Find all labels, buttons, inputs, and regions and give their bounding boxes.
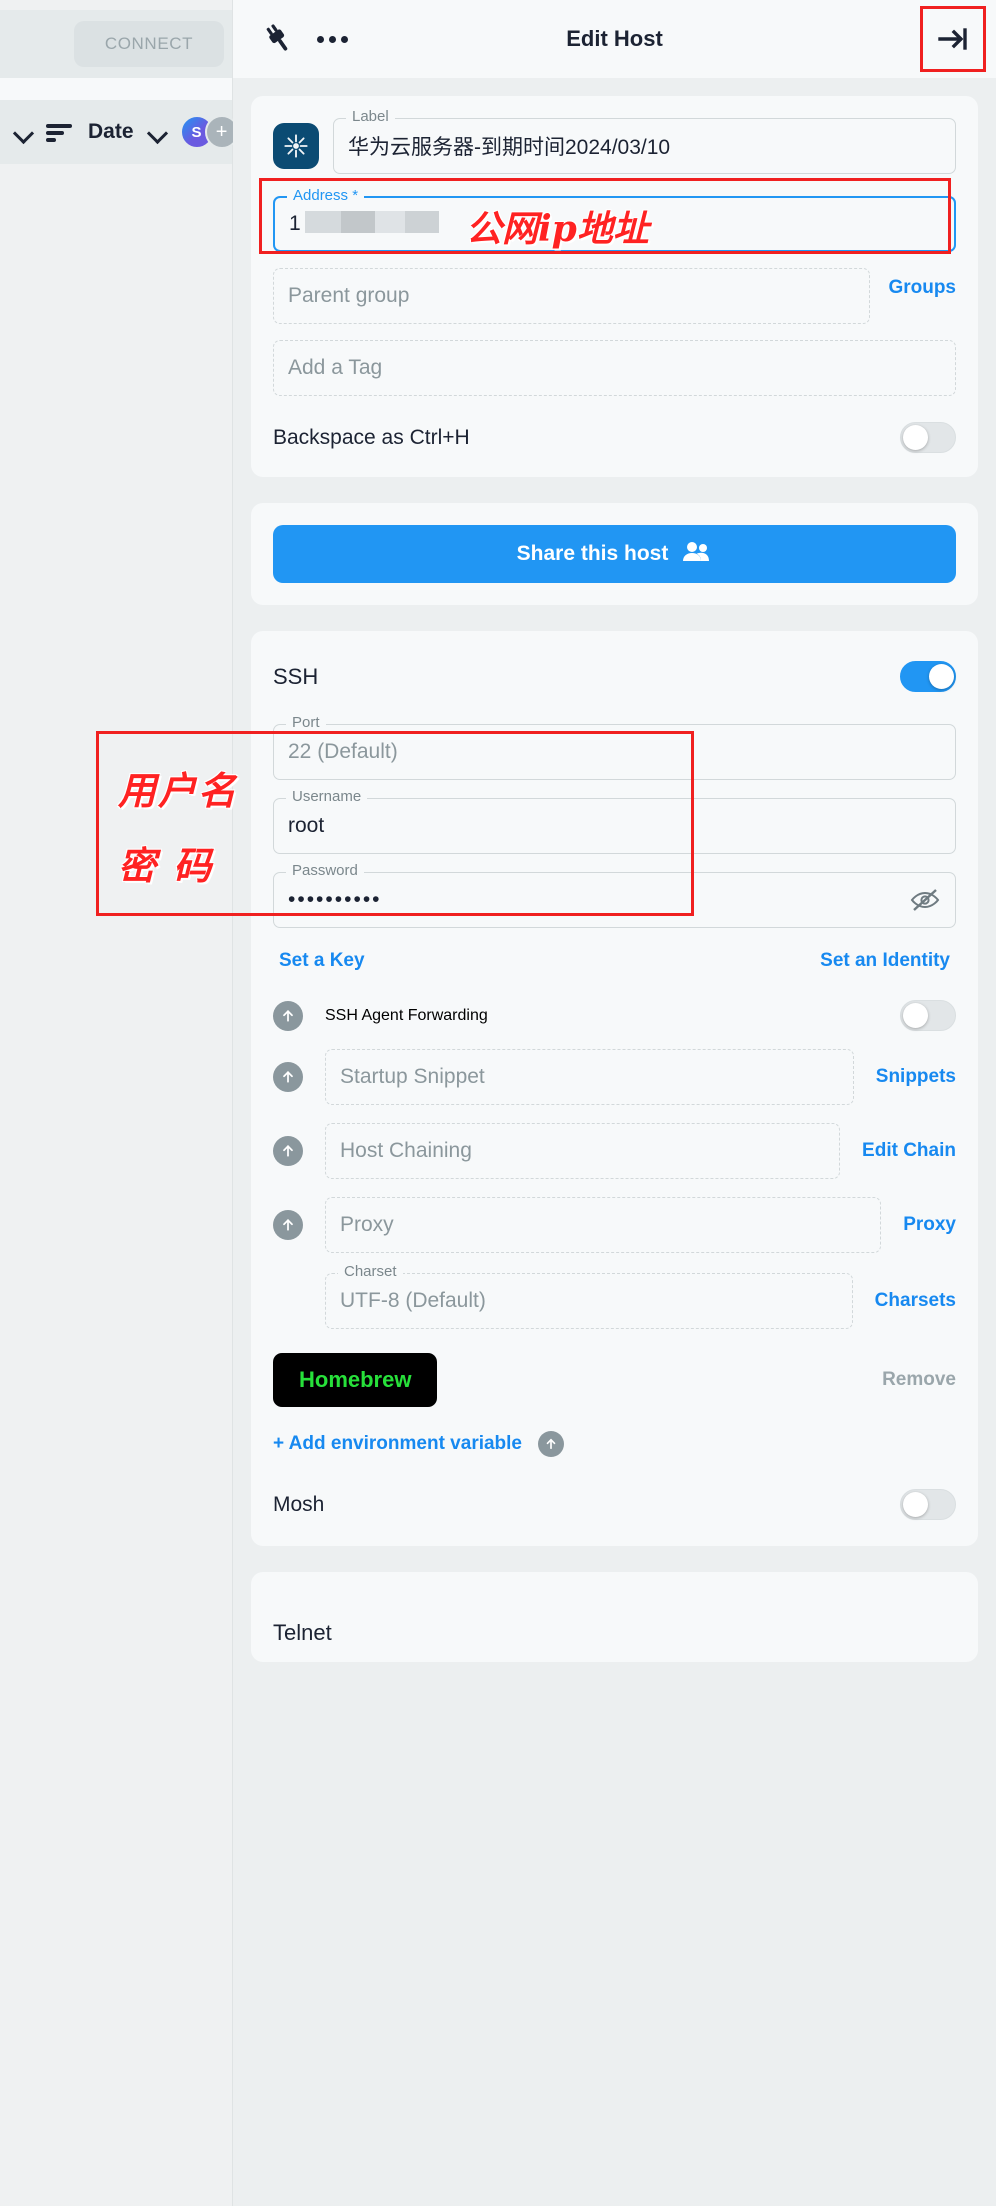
sidebar-collapse-chevron-down-icon[interactable] [12,121,34,143]
connect-button[interactable]: CONNECT [74,21,224,67]
parent-group-field[interactable]: Parent group [273,268,871,324]
add-env-var-row[interactable]: + Add environment variable [273,1431,956,1457]
set-a-key-link[interactable]: Set a Key [279,950,365,972]
ssh-toggle[interactable] [900,661,956,692]
share-host-button[interactable]: Share this host [273,525,956,583]
address-field-value: 1 [289,212,301,235]
agent-forwarding-toggle[interactable] [900,1000,956,1031]
form-scroll-area[interactable]: Label 华为云服务器-到期时间2024/03/10 Address * 1 … [233,96,996,1662]
proxy-row: Proxy Proxy [273,1197,956,1253]
upload-arrow-icon [273,1210,303,1240]
address-field[interactable]: Address * 1 [273,188,956,252]
annotation-box-close [920,6,986,72]
more-dots-icon[interactable] [317,35,348,43]
proxy-field[interactable]: Proxy [325,1197,882,1253]
startup-snippet-row: Startup Snippet Snippets [273,1049,956,1105]
password-field[interactable]: Password •••••••••• [273,863,956,928]
startup-snippet-field[interactable]: Startup Snippet [325,1049,854,1105]
telnet-card: Telnet [251,1572,978,1662]
redacted-address [304,210,439,238]
key-identity-row: Set a Key Set an Identity [273,950,956,972]
upload-arrow-icon [273,1062,303,1092]
set-an-identity-link[interactable]: Set an Identity [820,950,950,972]
sidebar: CONNECT Date S + [0,0,239,2206]
username-field[interactable]: Username root [273,789,956,854]
port-field-value: 22 (Default) [288,740,398,763]
address-field-label: Address * [287,188,365,203]
backspace-toggle[interactable] [900,422,956,453]
share-host-label: Share this host [516,542,669,565]
password-field-value: •••••••••• [288,888,382,911]
avatar-group: S + [179,115,239,149]
charset-field[interactable]: Charset UTF-8 (Default) [325,1264,853,1329]
charset-row: Charset UTF-8 (Default) Charsets [273,1264,956,1329]
main-panel: Edit Host Label 华为云服务器-到期时间2024/03/10 Ad… [233,0,996,2206]
telnet-row: Telnet [273,1598,956,1646]
host-chaining-field[interactable]: Host Chaining [325,1123,841,1179]
proxy-placeholder: Proxy [340,1213,394,1236]
port-field[interactable]: Port 22 (Default) [273,715,956,780]
charset-field-label: Charset [338,1264,403,1279]
upload-arrow-icon [273,1136,303,1166]
mosh-row: Mosh [273,1457,956,1528]
snippets-link[interactable]: Snippets [876,1066,956,1088]
host-avatar-icon[interactable] [273,123,319,169]
parent-group-placeholder: Parent group [288,284,410,307]
parent-group-row: Parent group Groups [273,252,956,324]
label-field[interactable]: Label 华为云服务器-到期时间2024/03/10 [333,109,956,174]
share-card: Share this host [251,503,978,605]
sidebar-connect-bar: CONNECT [0,10,232,78]
env-var-chip[interactable]: Homebrew [273,1353,438,1407]
upload-arrow-icon [273,1000,303,1031]
sort-field-label[interactable]: Date [88,120,134,144]
agent-forwarding-label: SSH Agent Forwarding [325,1006,488,1024]
mosh-label: Mosh [273,1492,325,1516]
host-chaining-row: Host Chaining Edit Chain [273,1123,956,1179]
edit-host-screen: CONNECT Date S + Edit Host Label 华为云服务器-… [0,0,996,2206]
backspace-row: Backspace as Ctrl+H [273,396,956,459]
sidebar-sort-bar: Date S + [0,100,239,164]
sort-chevron-down-icon[interactable] [146,121,168,143]
proxy-link[interactable]: Proxy [903,1214,956,1236]
charset-field-value: UTF-8 (Default) [340,1289,486,1312]
plug-icon[interactable] [261,22,295,56]
label-field-label: Label [346,109,395,124]
remove-env-var-link[interactable]: Remove [882,1369,956,1391]
charsets-link[interactable]: Charsets [875,1290,956,1312]
label-row: Label 华为云服务器-到期时间2024/03/10 [273,109,956,174]
ssh-header-row: SSH [273,657,956,706]
telnet-label: Telnet [273,1620,332,1645]
password-field-label: Password [286,863,364,878]
username-field-value: root [288,814,325,837]
add-env-var-link[interactable]: + Add environment variable [273,1433,522,1455]
backspace-label: Backspace as Ctrl+H [273,425,470,449]
close-panel-button[interactable] [920,6,986,72]
agent-forwarding-row: SSH Agent Forwarding [273,1000,956,1031]
sort-icon[interactable] [46,121,76,143]
startup-snippet-placeholder: Startup Snippet [340,1065,485,1088]
label-field-value: 华为云服务器-到期时间2024/03/10 [348,136,671,159]
top-bar: Edit Host [233,0,996,78]
env-var-row: Homebrew Remove [273,1353,956,1407]
edit-chain-link[interactable]: Edit Chain [862,1140,956,1162]
host-chaining-placeholder: Host Chaining [340,1139,472,1162]
people-icon [682,540,712,568]
ssh-card: SSH Port 22 (Default) Username root Pass… [251,631,978,1546]
tag-placeholder: Add a Tag [288,356,383,379]
port-field-label: Port [286,715,326,730]
upload-arrow-icon [538,1431,565,1457]
groups-link[interactable]: Groups [888,277,956,299]
ssh-section-label: SSH [273,663,319,689]
mosh-toggle[interactable] [900,1489,956,1520]
eye-off-icon[interactable] [909,887,941,913]
sidebar-divider [0,78,232,100]
host-card: Label 华为云服务器-到期时间2024/03/10 Address * 1 … [251,96,978,477]
username-field-label: Username [286,789,368,804]
tag-field[interactable]: Add a Tag [273,340,956,396]
